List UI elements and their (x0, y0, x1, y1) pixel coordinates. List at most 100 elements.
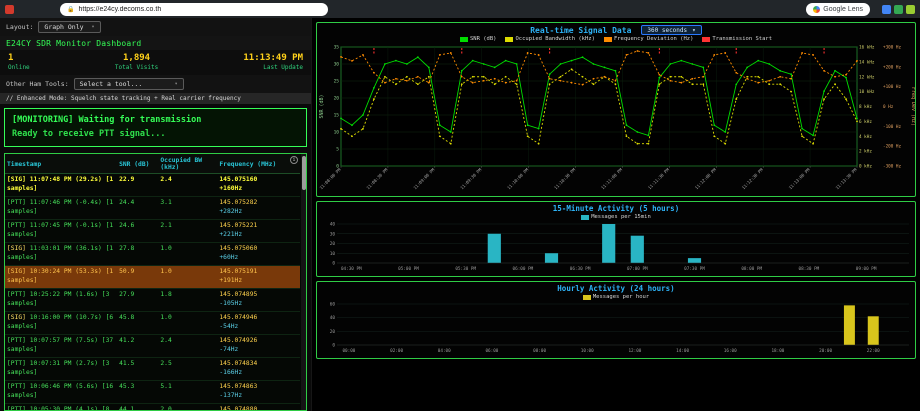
svg-text:11:11:30 PM: 11:11:30 PM (647, 167, 670, 190)
cell-bw: 2.4 (158, 335, 217, 358)
extension-icon-green[interactable] (894, 5, 903, 14)
cell-frequency: 145.074834-166Hz (217, 358, 300, 381)
cell-timestamp: [PTT] 10:07:31 PM (2.7s) [3 samples] (5, 358, 117, 381)
table-row: [SIG] 11:07:48 PM (29.2s) [1 samples]22.… (5, 174, 300, 197)
svg-text:30: 30 (330, 231, 336, 237)
layout-row: Layout: Graph Only ▾ (0, 18, 311, 36)
cell-bw: 2.1 (158, 220, 217, 243)
svg-text:10: 10 (330, 251, 336, 257)
fifteen-minute-activity-chart: 01020304004:30 PM05:00 PM05:30 PM06:00 P… (317, 221, 915, 276)
svg-text:15: 15 (334, 113, 340, 119)
ham-tools-select[interactable]: Select a tool... ▾ (74, 78, 184, 90)
legend-item: SNR (dB) (460, 36, 497, 42)
extension-icons (882, 5, 915, 14)
svg-text:05:00 PM: 05:00 PM (398, 266, 419, 272)
table-row: [PTT] 11:07:45 PM (-0.1s) [1 samples]24.… (5, 220, 300, 243)
svg-text:22:00: 22:00 (867, 348, 880, 354)
cell-bw: 3.1 (158, 197, 217, 220)
dashboard-page: Layout: Graph Only ▾ E24CY SDR Monitor D… (0, 18, 920, 411)
svg-text:11:09:00 PM: 11:09:00 PM (412, 167, 435, 190)
online-count: 1 (8, 53, 30, 63)
svg-text:00:00: 00:00 (342, 348, 355, 354)
legend-chip (460, 37, 468, 42)
svg-text:+200 Hz: +200 Hz (883, 64, 902, 70)
svg-text:05:30 PM: 05:30 PM (455, 266, 476, 272)
legend-item: Occupied Bandwidth (kHz) (505, 36, 594, 42)
signal-table-body: [SIG] 11:07:48 PM (29.2s) [1 samples]22.… (5, 174, 300, 411)
cell-snr: 24.6 (117, 220, 158, 243)
svg-text:40: 40 (330, 315, 336, 321)
cell-snr: 41.2 (117, 335, 158, 358)
table-row: [PTT] 10:07:31 PM (2.7s) [3 samples]41.5… (5, 358, 300, 381)
cell-frequency: 145.075221+221Hz (217, 220, 300, 243)
stats-row: 1 Online 1,894 Total Visits 11:13:49 PM … (0, 50, 311, 75)
signal-log-table-container: Timestamp SNR (dB) Occupied BW (kHz) Fre… (4, 153, 307, 411)
url-text: https://e24cy.decoms.co.th (78, 6, 161, 13)
chevron-down-icon: ▾ (92, 24, 95, 30)
google-lens-label: Google Lens (823, 6, 863, 13)
hourly-activity-panel: Hourly Activity (24 hours) Messages per … (316, 281, 916, 359)
svg-text:16:00: 16:00 (724, 348, 737, 354)
table-row: [PTT] 10:05:30 PM (4.1s) [8 samples]44.1… (5, 404, 300, 411)
svg-text:11:10:30 PM: 11:10:30 PM (553, 167, 576, 190)
total-visits-count: 1,894 (115, 53, 158, 63)
hourly-chart-header: Hourly Activity (24 hours) (317, 282, 915, 293)
google-lens-icon (813, 6, 820, 13)
col-frequency: Frequency (MHz) (217, 154, 300, 174)
legend-chip (583, 295, 591, 300)
svg-text:+100 Hz: +100 Hz (883, 84, 902, 90)
svg-text:20:00: 20:00 (819, 348, 832, 354)
svg-text:SNR (dB): SNR (dB) (319, 94, 325, 118)
svg-text:40: 40 (330, 222, 336, 228)
svg-text:-100 Hz: -100 Hz (883, 124, 902, 130)
cell-snr: 45.8 (117, 312, 158, 335)
stat-online: 1 Online (8, 53, 30, 71)
cell-bw: 1.0 (158, 266, 217, 289)
cell-bw: 2.5 (158, 358, 217, 381)
monitoring-status-box: [MONITORING] Waiting for transmission Re… (4, 108, 307, 147)
table-row: [PTT] 10:06:46 PM (5.6s) [16 samples]45.… (5, 381, 300, 404)
svg-text:25: 25 (334, 79, 340, 85)
layout-label: Layout: (6, 23, 33, 31)
layout-select[interactable]: Graph Only ▾ (38, 21, 100, 33)
svg-text:08:00: 08:00 (533, 348, 546, 354)
cell-timestamp: [SIG] 11:07:48 PM (29.2s) [1 samples] (5, 174, 117, 197)
online-label: Online (8, 64, 30, 71)
hourly-chart-title: Hourly Activity (24 hours) (557, 284, 674, 293)
extension-icon-blue[interactable] (882, 5, 891, 14)
chevron-down-icon: ▾ (692, 27, 696, 34)
svg-text:14:00: 14:00 (676, 348, 689, 354)
svg-text:12 kHz: 12 kHz (859, 74, 875, 80)
table-scrollbar-thumb[interactable] (302, 156, 306, 190)
table-row: [PTT] 10:07:57 PM (7.5s) [37 samples]41.… (5, 335, 300, 358)
total-visits-label: Total Visits (115, 64, 158, 71)
svg-text:02:00: 02:00 (390, 348, 403, 354)
svg-text:0 Hz: 0 Hz (883, 104, 894, 110)
google-lens-button[interactable]: Google Lens (806, 3, 870, 16)
cell-frequency: 145.075282+282Hz (217, 197, 300, 220)
cell-frequency: 145.074863-137Hz (217, 381, 300, 404)
cell-timestamp: [SIG] 11:03:01 PM (36.1s) [1 samples] (5, 243, 117, 266)
fifteen-minute-chart-header: 15-Minute Activity (5 hours) (317, 202, 915, 213)
realtime-chart-legend: SNR (dB) Occupied Bandwidth (kHz) Frequenc… (317, 35, 915, 43)
cell-snr: 50.9 (117, 266, 158, 289)
svg-text:30: 30 (334, 62, 340, 68)
cell-timestamp: [SIG] 10:30:24 PM (53.3s) [1 samples] (5, 266, 117, 289)
svg-text:10 kHz: 10 kHz (859, 89, 875, 95)
svg-text:08:30 PM: 08:30 PM (799, 266, 820, 272)
svg-text:11:08:30 PM: 11:08:30 PM (365, 167, 388, 190)
col-timestamp: Timestamp (5, 154, 117, 174)
svg-text:11:12:30 PM: 11:12:30 PM (741, 167, 764, 190)
extension-icon-yellow[interactable] (906, 5, 915, 14)
timespan-select[interactable]: 360 seconds ▾ (641, 25, 701, 35)
svg-text:18:00: 18:00 (771, 348, 784, 354)
url-bar[interactable]: 🔒 https://e24cy.decoms.co.th (60, 3, 328, 16)
svg-text:06:00 PM: 06:00 PM (513, 266, 534, 272)
browser-tab-favicon (5, 5, 14, 14)
fifteen-minute-chart-title: 15-Minute Activity (5 hours) (553, 204, 679, 213)
legend-item: Frequency Deviation (Hz) (604, 36, 693, 42)
table-scrollbar[interactable] (301, 154, 306, 410)
cell-timestamp: [PTT] 10:06:46 PM (5.6s) [16 samples] (5, 381, 117, 404)
table-row: [PTT] 10:25:22 PM (1.6s) [3 samples]27.9… (5, 289, 300, 312)
svg-text:+300 Hz: +300 Hz (883, 45, 902, 51)
